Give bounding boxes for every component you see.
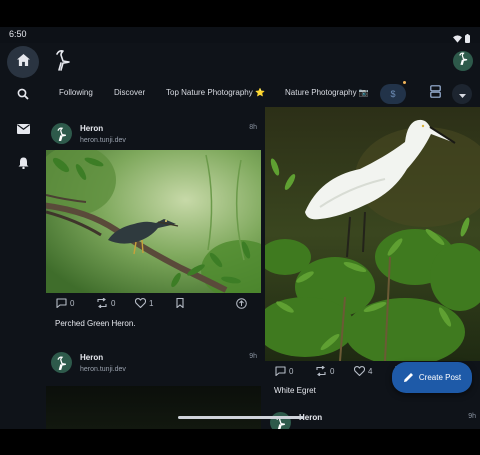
- feed-dollar-button[interactable]: $: [380, 84, 406, 104]
- create-post-button[interactable]: Create Post: [392, 362, 472, 393]
- home-icon: [16, 53, 30, 71]
- top-bar: [46, 43, 480, 79]
- feed-grid: Heron heron.tunji.dev 8h 0 0 1 Perched G…: [46, 107, 480, 429]
- like-count: 1: [149, 298, 154, 308]
- reply-count: 0: [289, 366, 294, 376]
- bookmark-button[interactable]: [176, 298, 184, 308]
- post-caption: White Egret: [274, 386, 316, 395]
- post-author-handle[interactable]: heron.tunji.dev: [80, 366, 126, 373]
- post-actions: 0 0 1: [46, 296, 261, 314]
- search-icon: [17, 87, 29, 105]
- repost-count: 0: [111, 298, 116, 308]
- like-count: 4: [368, 366, 373, 376]
- heron-avatar-icon: [57, 356, 66, 370]
- status-time: 6:50: [9, 29, 27, 39]
- tab-discover[interactable]: Discover: [114, 88, 145, 97]
- chevron-down-icon: [458, 85, 466, 103]
- rail-search-button[interactable]: [7, 80, 39, 112]
- mail-icon: [16, 121, 30, 139]
- post-caption: Perched Green Heron.: [55, 319, 136, 328]
- post-time: 9h: [249, 353, 257, 360]
- bottom-letterbox: [0, 429, 480, 455]
- create-post-label: Create Post: [418, 373, 462, 382]
- repost-count: 0: [330, 366, 335, 376]
- bell-icon: [18, 156, 29, 174]
- rail-home-button[interactable]: [7, 46, 39, 78]
- more-feeds-button[interactable]: [452, 84, 472, 104]
- post-avatar[interactable]: [270, 412, 291, 429]
- post-author-name[interactable]: Heron: [80, 353, 103, 362]
- post-avatar[interactable]: [51, 123, 72, 144]
- post-header[interactable]: Heron heron.tunji.dev 8h: [46, 116, 261, 154]
- gesture-home-bar[interactable]: [178, 416, 304, 419]
- unread-dot: [403, 81, 406, 84]
- reply-button[interactable]: 0: [275, 366, 293, 376]
- rail-messages-button[interactable]: [7, 114, 39, 146]
- like-button[interactable]: 1: [135, 298, 153, 308]
- share-icon: [236, 298, 247, 309]
- profile-avatar-button[interactable]: [453, 51, 473, 71]
- heart-icon: [354, 366, 365, 376]
- repost-button[interactable]: 0: [96, 298, 115, 308]
- pencil-icon: [403, 373, 413, 382]
- layout-toggle-button[interactable]: [422, 84, 448, 104]
- post-time: 8h: [249, 124, 257, 131]
- reply-button[interactable]: 0: [56, 298, 74, 308]
- status-bar: 6:50: [0, 27, 480, 43]
- post-image-dark[interactable]: [46, 386, 261, 429]
- app-window: Following Discover Top Nature Photograph…: [0, 43, 480, 429]
- dollar-icon: $: [390, 89, 396, 99]
- bookmark-icon: [176, 298, 184, 308]
- post-time: 9h: [468, 413, 476, 420]
- repost-button[interactable]: 0: [315, 366, 334, 376]
- post-header[interactable]: Heron heron.tunji.dev 9h: [46, 345, 261, 383]
- app-logo-icon: [54, 49, 72, 76]
- tab-nature-photography[interactable]: Nature Photography 📷: [285, 88, 369, 97]
- reply-count: 0: [70, 298, 75, 308]
- split-layout-icon: [429, 85, 441, 103]
- heron-avatar-icon: [57, 127, 66, 141]
- post-author-name[interactable]: Heron: [80, 124, 103, 133]
- post-avatar[interactable]: [51, 352, 72, 373]
- share-button[interactable]: [236, 298, 247, 309]
- repost-icon: [316, 366, 326, 376]
- comment-icon: [275, 366, 286, 376]
- navigation-rail: [0, 43, 46, 429]
- tab-top-nature-photography[interactable]: Top Nature Photography ⭐: [166, 88, 265, 97]
- feed-column-left: Heron heron.tunji.dev 8h 0 0 1 Perched G…: [46, 107, 261, 429]
- post-image-green-heron[interactable]: [46, 150, 261, 293]
- heart-icon: [135, 298, 146, 308]
- post-image-white-egret[interactable]: [265, 107, 480, 361]
- post-author-handle[interactable]: heron.tunji.dev: [80, 137, 126, 144]
- repost-icon: [97, 298, 107, 308]
- heron-avatar-icon: [458, 52, 469, 70]
- like-button[interactable]: 4: [354, 366, 372, 376]
- tab-following[interactable]: Following: [59, 88, 93, 97]
- comment-icon: [56, 298, 67, 308]
- feed-tabs: Following Discover Top Nature Photograph…: [46, 81, 480, 107]
- rail-notifications-button[interactable]: [7, 149, 39, 181]
